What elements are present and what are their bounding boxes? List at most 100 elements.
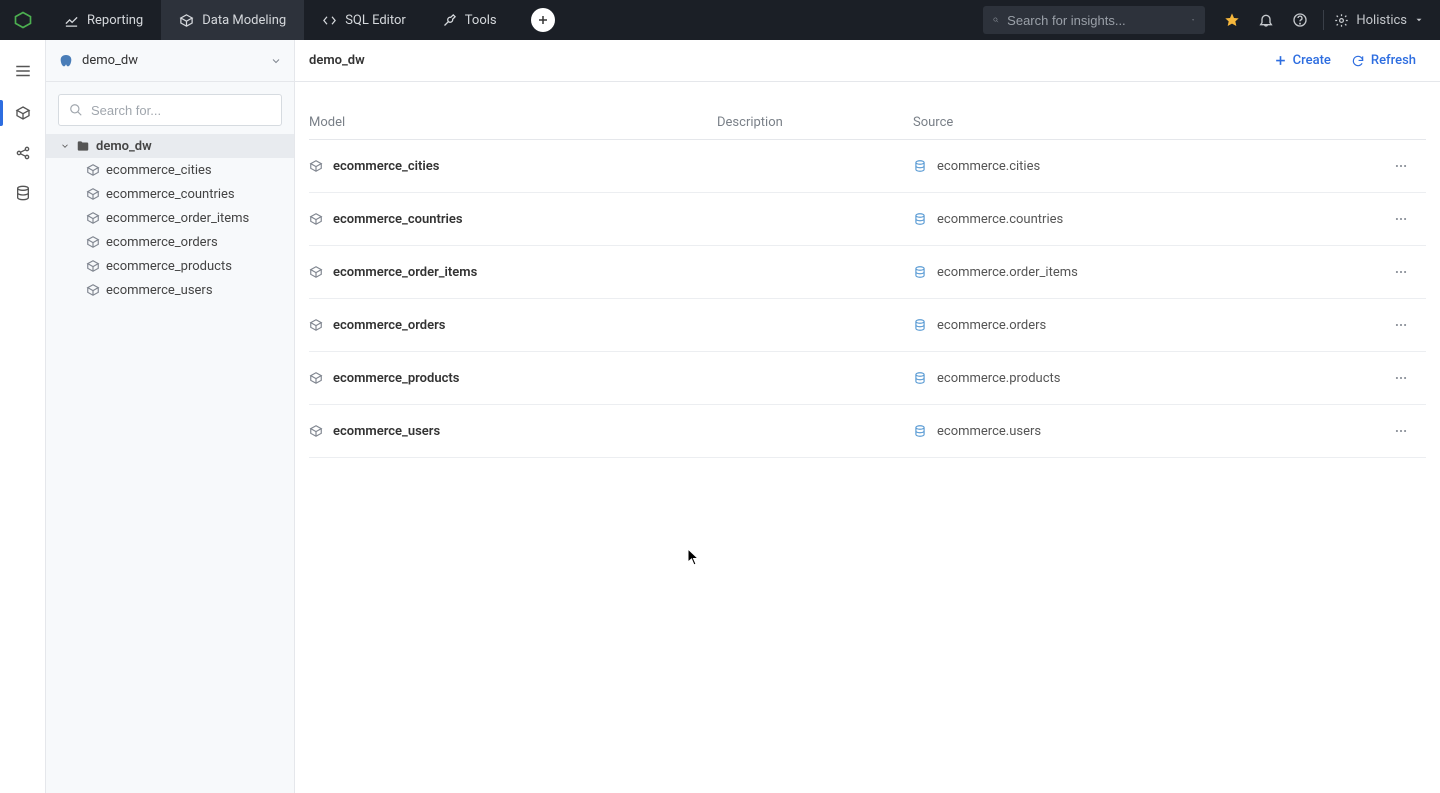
star-icon — [1224, 12, 1240, 28]
col-header-source: Source — [913, 115, 1376, 130]
tree-item-label: ecommerce_orders — [106, 235, 218, 250]
tree-item-label: ecommerce_cities — [106, 163, 212, 178]
sidebar: demo_dw demo_dw — [46, 40, 295, 793]
model-name: ecommerce_users — [333, 424, 440, 439]
database-stack-icon — [15, 185, 31, 201]
refresh-label: Refresh — [1371, 53, 1416, 68]
rail-relationships[interactable] — [0, 134, 46, 172]
more-horizontal-icon — [1394, 265, 1408, 279]
nav-tab-label: SQL Editor — [345, 13, 406, 28]
tree-item[interactable]: ecommerce_products — [46, 254, 294, 278]
refresh-icon — [1351, 54, 1365, 68]
database-icon — [913, 265, 927, 279]
chevron-down-icon — [60, 141, 70, 151]
source-name: ecommerce.products — [937, 371, 1060, 386]
sidebar-toggle[interactable] — [0, 50, 46, 92]
row-more-button[interactable] — [1388, 206, 1414, 232]
global-search-input[interactable] — [1007, 13, 1183, 28]
tree-item-label: ecommerce_users — [106, 283, 213, 298]
cube-icon — [86, 235, 100, 249]
model-name: ecommerce_cities — [333, 159, 439, 174]
cube-icon — [309, 371, 323, 385]
sidebar-search-input[interactable] — [91, 103, 271, 118]
row-more-button[interactable] — [1388, 365, 1414, 391]
gear-icon — [1334, 13, 1349, 28]
source-name: ecommerce.countries — [937, 212, 1063, 227]
sql-icon — [322, 13, 337, 28]
account-menu[interactable]: Holistics — [1330, 13, 1428, 28]
tree-item[interactable]: ecommerce_order_items — [46, 206, 294, 230]
global-search[interactable] — [983, 6, 1205, 34]
col-header-description: Description — [717, 115, 913, 130]
favorites-button[interactable] — [1215, 0, 1249, 40]
sidebar-search[interactable] — [58, 94, 282, 126]
tree-root[interactable]: demo_dw — [46, 134, 294, 158]
row-more-button[interactable] — [1388, 312, 1414, 338]
create-button[interactable]: Create — [1264, 47, 1341, 74]
source-name: ecommerce.orders — [937, 318, 1046, 333]
table-row[interactable]: ecommerce_products ecommerce.products — [309, 352, 1426, 405]
tree-item-label: ecommerce_order_items — [106, 211, 249, 226]
more-horizontal-icon — [1394, 212, 1408, 226]
nav-tab-sql-editor[interactable]: SQL Editor — [304, 0, 424, 40]
search-icon — [69, 103, 83, 117]
notifications-button[interactable] — [1249, 0, 1283, 40]
table-row[interactable]: ecommerce_users ecommerce.users — [309, 405, 1426, 458]
tree-root-label: demo_dw — [96, 139, 152, 154]
help-button[interactable] — [1283, 0, 1317, 40]
rail-models[interactable] — [0, 94, 46, 132]
row-more-button[interactable] — [1388, 418, 1414, 444]
app-logo[interactable] — [0, 0, 46, 40]
cube-icon — [309, 424, 323, 438]
nav-tab-reporting[interactable]: Reporting — [46, 0, 161, 40]
database-icon — [913, 318, 927, 332]
cube-icon — [15, 105, 31, 121]
database-icon — [913, 159, 927, 173]
source-name: ecommerce.order_items — [937, 265, 1078, 280]
table-header: Model Description Source — [309, 106, 1426, 140]
postgres-icon — [58, 53, 74, 69]
tree-item-label: ecommerce_countries — [106, 187, 235, 202]
account-label: Holistics — [1356, 13, 1407, 28]
refresh-button[interactable]: Refresh — [1341, 47, 1426, 74]
model-name: ecommerce_products — [333, 371, 459, 386]
tree-item[interactable]: ecommerce_cities — [46, 158, 294, 182]
more-horizontal-icon — [1394, 159, 1408, 173]
plus-icon — [1274, 54, 1287, 67]
nav-tab-tools[interactable]: Tools — [424, 0, 515, 40]
share-icon — [15, 145, 31, 161]
reporting-icon — [64, 13, 79, 28]
model-name: ecommerce_countries — [333, 212, 463, 227]
cube-icon — [86, 163, 100, 177]
chevron-down-icon — [270, 55, 282, 67]
table-row[interactable]: ecommerce_countries ecommerce.countries — [309, 193, 1426, 246]
cube-icon — [86, 283, 100, 297]
db-selector[interactable]: demo_dw — [46, 40, 294, 82]
tree-item[interactable]: ecommerce_orders — [46, 230, 294, 254]
row-more-button[interactable] — [1388, 153, 1414, 179]
plus-icon — [537, 14, 549, 26]
cube-icon — [86, 211, 100, 225]
nav-tab-label: Reporting — [87, 13, 143, 28]
table-row[interactable]: ecommerce_order_items ecommerce.order_it… — [309, 246, 1426, 299]
tree-item[interactable]: ecommerce_countries — [46, 182, 294, 206]
table-row[interactable]: ecommerce_orders ecommerce.orders — [309, 299, 1426, 352]
content-area: demo_dw Create Refresh Model Description… — [295, 40, 1440, 793]
breadcrumb: demo_dw — [309, 53, 1264, 68]
menu-icon — [14, 62, 32, 80]
col-header-model: Model — [309, 115, 717, 130]
database-icon — [913, 212, 927, 226]
cube-icon — [309, 265, 323, 279]
add-button[interactable] — [531, 8, 555, 32]
nav-tab-data-modeling[interactable]: Data Modeling — [161, 0, 304, 40]
caret-down-icon — [1191, 15, 1195, 25]
content-header: demo_dw Create Refresh — [295, 40, 1440, 82]
row-more-button[interactable] — [1388, 259, 1414, 285]
table-row[interactable]: ecommerce_cities ecommerce.cities — [309, 140, 1426, 193]
rail-sources[interactable] — [0, 174, 46, 212]
tree-item[interactable]: ecommerce_users — [46, 278, 294, 302]
wrench-icon — [442, 13, 457, 28]
top-nav: Reporting Data Modeling SQL Editor Tools — [0, 0, 1440, 40]
folder-icon — [76, 139, 90, 153]
database-icon — [913, 371, 927, 385]
